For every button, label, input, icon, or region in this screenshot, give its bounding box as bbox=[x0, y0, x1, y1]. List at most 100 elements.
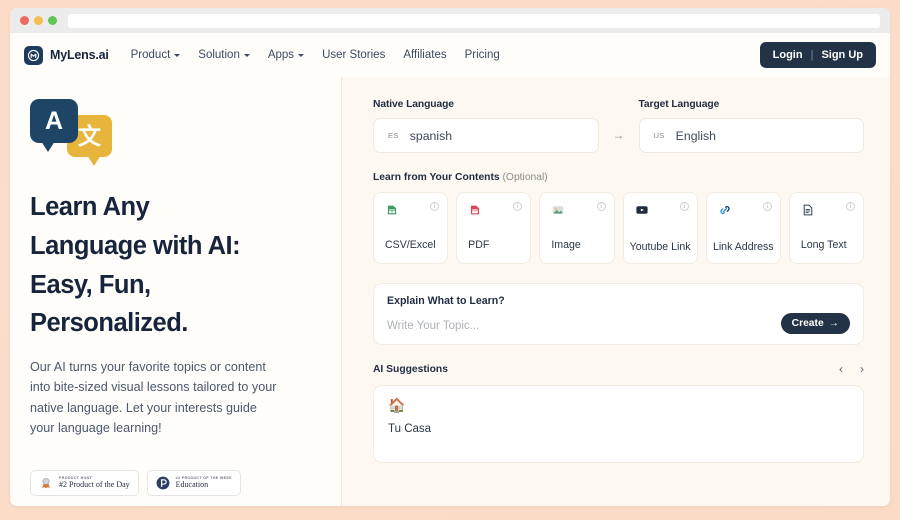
native-language-input[interactable]: ES spanish bbox=[373, 118, 599, 153]
contents-section-title: Learn from Your Contents bbox=[373, 172, 500, 183]
topic-input-box: Explain What to Learn? Write Your Topic.… bbox=[373, 283, 864, 345]
create-button-label: Create bbox=[791, 318, 824, 329]
page-body: A 文 Learn Any Language with AI: Easy, Fu… bbox=[10, 77, 890, 506]
target-language-input[interactable]: US English bbox=[638, 118, 864, 153]
nav-label: Product bbox=[130, 49, 171, 61]
target-language-code: US bbox=[653, 131, 665, 140]
nav-label: Apps bbox=[267, 49, 295, 61]
badge-product-of-the-day[interactable]: PRODUCT HUNT #2 Product of the Day bbox=[30, 470, 139, 496]
content-card-csv-excel[interactable]: i CSV/Excel bbox=[373, 192, 449, 264]
auth-separator: | bbox=[810, 49, 814, 61]
hero-section: A 文 Learn Any Language with AI: Easy, Fu… bbox=[10, 77, 341, 506]
content-card-link-address[interactable]: i Link Address bbox=[705, 192, 781, 264]
minimize-window-icon[interactable] bbox=[34, 16, 43, 25]
content-card-image[interactable]: i Image bbox=[539, 192, 615, 264]
badge-text: PRODUCT HUNT #2 Product of the Day bbox=[59, 476, 130, 491]
target-language-value: English bbox=[675, 128, 716, 143]
suggestion-label: Tu Casa bbox=[388, 423, 432, 435]
bubble-z-letter: 文 bbox=[78, 122, 101, 149]
info-icon[interactable]: i bbox=[596, 202, 606, 211]
content-card-label: PDF bbox=[468, 239, 490, 252]
login-button[interactable]: Login bbox=[773, 49, 803, 61]
main-nav: Product Solution Apps User Stories Affil… bbox=[131, 49, 500, 61]
lens-logo-icon bbox=[24, 45, 43, 65]
browser-window: MyLens.ai Product Solution Apps User Sto… bbox=[10, 8, 890, 506]
hero-subtitle: Our AI turns your favorite topics or con… bbox=[30, 360, 277, 436]
chevron-left-icon[interactable]: ‹ bbox=[839, 363, 843, 375]
contents-section-optional: (Optional) bbox=[502, 172, 548, 183]
image-icon bbox=[553, 206, 564, 214]
suggestion-card[interactable]: 🏠 Tu Casa bbox=[373, 385, 864, 463]
topic-box-title: Explain What to Learn? bbox=[387, 295, 505, 307]
hero-title-line: Personalized. bbox=[30, 309, 188, 338]
nav-item-affiliates[interactable]: Affiliates bbox=[403, 49, 446, 61]
content-card-pdf[interactable]: i PDF bbox=[456, 192, 532, 264]
nav-item-product[interactable]: Product bbox=[131, 49, 181, 61]
outer-frame: MyLens.ai Product Solution Apps User Sto… bbox=[0, 0, 900, 520]
nav-label: Solution bbox=[198, 49, 240, 61]
info-icon[interactable]: i bbox=[846, 202, 856, 211]
address-bar[interactable] bbox=[68, 13, 880, 28]
product-hunt-p-icon bbox=[156, 476, 170, 490]
nav-item-pricing[interactable]: Pricing bbox=[465, 49, 500, 61]
info-icon[interactable]: i bbox=[430, 202, 440, 211]
nav-item-solution[interactable]: Solution bbox=[198, 49, 250, 61]
brand-logo[interactable]: MyLens.ai bbox=[24, 45, 109, 65]
nav-item-user-stories[interactable]: User Stories bbox=[322, 49, 385, 61]
brand-name: MyLens.ai bbox=[50, 48, 109, 62]
native-language-code: ES bbox=[388, 131, 399, 140]
product-hunt-medal-icon bbox=[42, 477, 50, 489]
info-icon[interactable]: i bbox=[513, 202, 523, 211]
language-selection-row: Native Language ES spanish → Target Lang… bbox=[373, 99, 864, 153]
suggestions-nav: ‹ › bbox=[839, 363, 864, 375]
badge-product-of-the-week[interactable]: #2 PRODUCT OF THE WEEK Education bbox=[146, 470, 242, 496]
arrow-right-icon: → bbox=[828, 318, 839, 329]
native-language-group: Native Language ES spanish bbox=[373, 99, 599, 153]
speech-bubble-latin-icon: A bbox=[30, 99, 78, 152]
browser-chrome bbox=[10, 8, 890, 33]
nav-item-apps[interactable]: Apps bbox=[267, 49, 305, 61]
auth-buttons[interactable]: Login | Sign Up bbox=[759, 42, 876, 68]
chevron-right-icon[interactable]: › bbox=[860, 363, 864, 375]
content-card-long-text[interactable]: i Long Text bbox=[788, 192, 865, 264]
link-icon bbox=[720, 206, 730, 214]
close-window-icon[interactable] bbox=[20, 16, 29, 25]
info-icon[interactable]: i bbox=[762, 202, 772, 211]
direction-arrow-icon: → bbox=[612, 128, 625, 142]
maximize-window-icon[interactable] bbox=[48, 16, 57, 25]
native-language-value: spanish bbox=[409, 128, 453, 143]
translation-illustration: A 文 bbox=[30, 99, 114, 171]
info-icon[interactable]: i bbox=[679, 202, 689, 211]
hero-title-line: Easy, Fun, bbox=[30, 270, 151, 299]
content-card-label: CSV/Excel bbox=[385, 239, 436, 252]
native-language-label: Native Language bbox=[373, 99, 454, 110]
traffic-lights bbox=[20, 16, 57, 25]
csv-excel-icon bbox=[387, 205, 397, 215]
content-card-label: Youtube Link bbox=[629, 241, 691, 254]
award-badges: PRODUCT HUNT #2 Product of the Day #2 PR… bbox=[30, 470, 242, 496]
suggestions-header: AI Suggestions ‹ › bbox=[373, 363, 864, 375]
target-language-group: Target Language US English bbox=[638, 99, 864, 153]
badge-text: #2 PRODUCT OF THE WEEK Education bbox=[176, 476, 232, 491]
hero-title-line: Language with AI: bbox=[30, 231, 241, 260]
content-card-label: Image bbox=[551, 239, 581, 252]
chevron-down-icon bbox=[243, 54, 250, 57]
create-button[interactable]: Create → bbox=[780, 313, 850, 334]
bubble-a-letter: A bbox=[44, 106, 64, 135]
builder-panel: Native Language ES spanish → Target Lang… bbox=[341, 77, 890, 506]
content-type-cards: i CSV/Excel i PDF i Image i Youtube Link… bbox=[373, 192, 865, 264]
content-card-label: Link Address bbox=[712, 241, 774, 254]
target-language-label: Target Language bbox=[638, 99, 720, 110]
site-header: MyLens.ai Product Solution Apps User Sto… bbox=[10, 33, 890, 77]
long-text-icon bbox=[803, 204, 813, 216]
youtube-icon bbox=[635, 206, 648, 214]
house-icon: 🏠 bbox=[388, 397, 406, 413]
suggestions-title: AI Suggestions bbox=[373, 363, 448, 375]
signup-button[interactable]: Sign Up bbox=[821, 49, 863, 61]
contents-section-heading: Learn from Your Contents (Optional) bbox=[373, 172, 864, 183]
chevron-down-icon bbox=[174, 54, 181, 57]
pdf-icon bbox=[471, 205, 480, 215]
content-card-label: Long Text bbox=[800, 239, 847, 252]
content-card-youtube-link[interactable]: i Youtube Link bbox=[622, 192, 698, 264]
hero-title-line: Learn Any bbox=[30, 193, 150, 221]
